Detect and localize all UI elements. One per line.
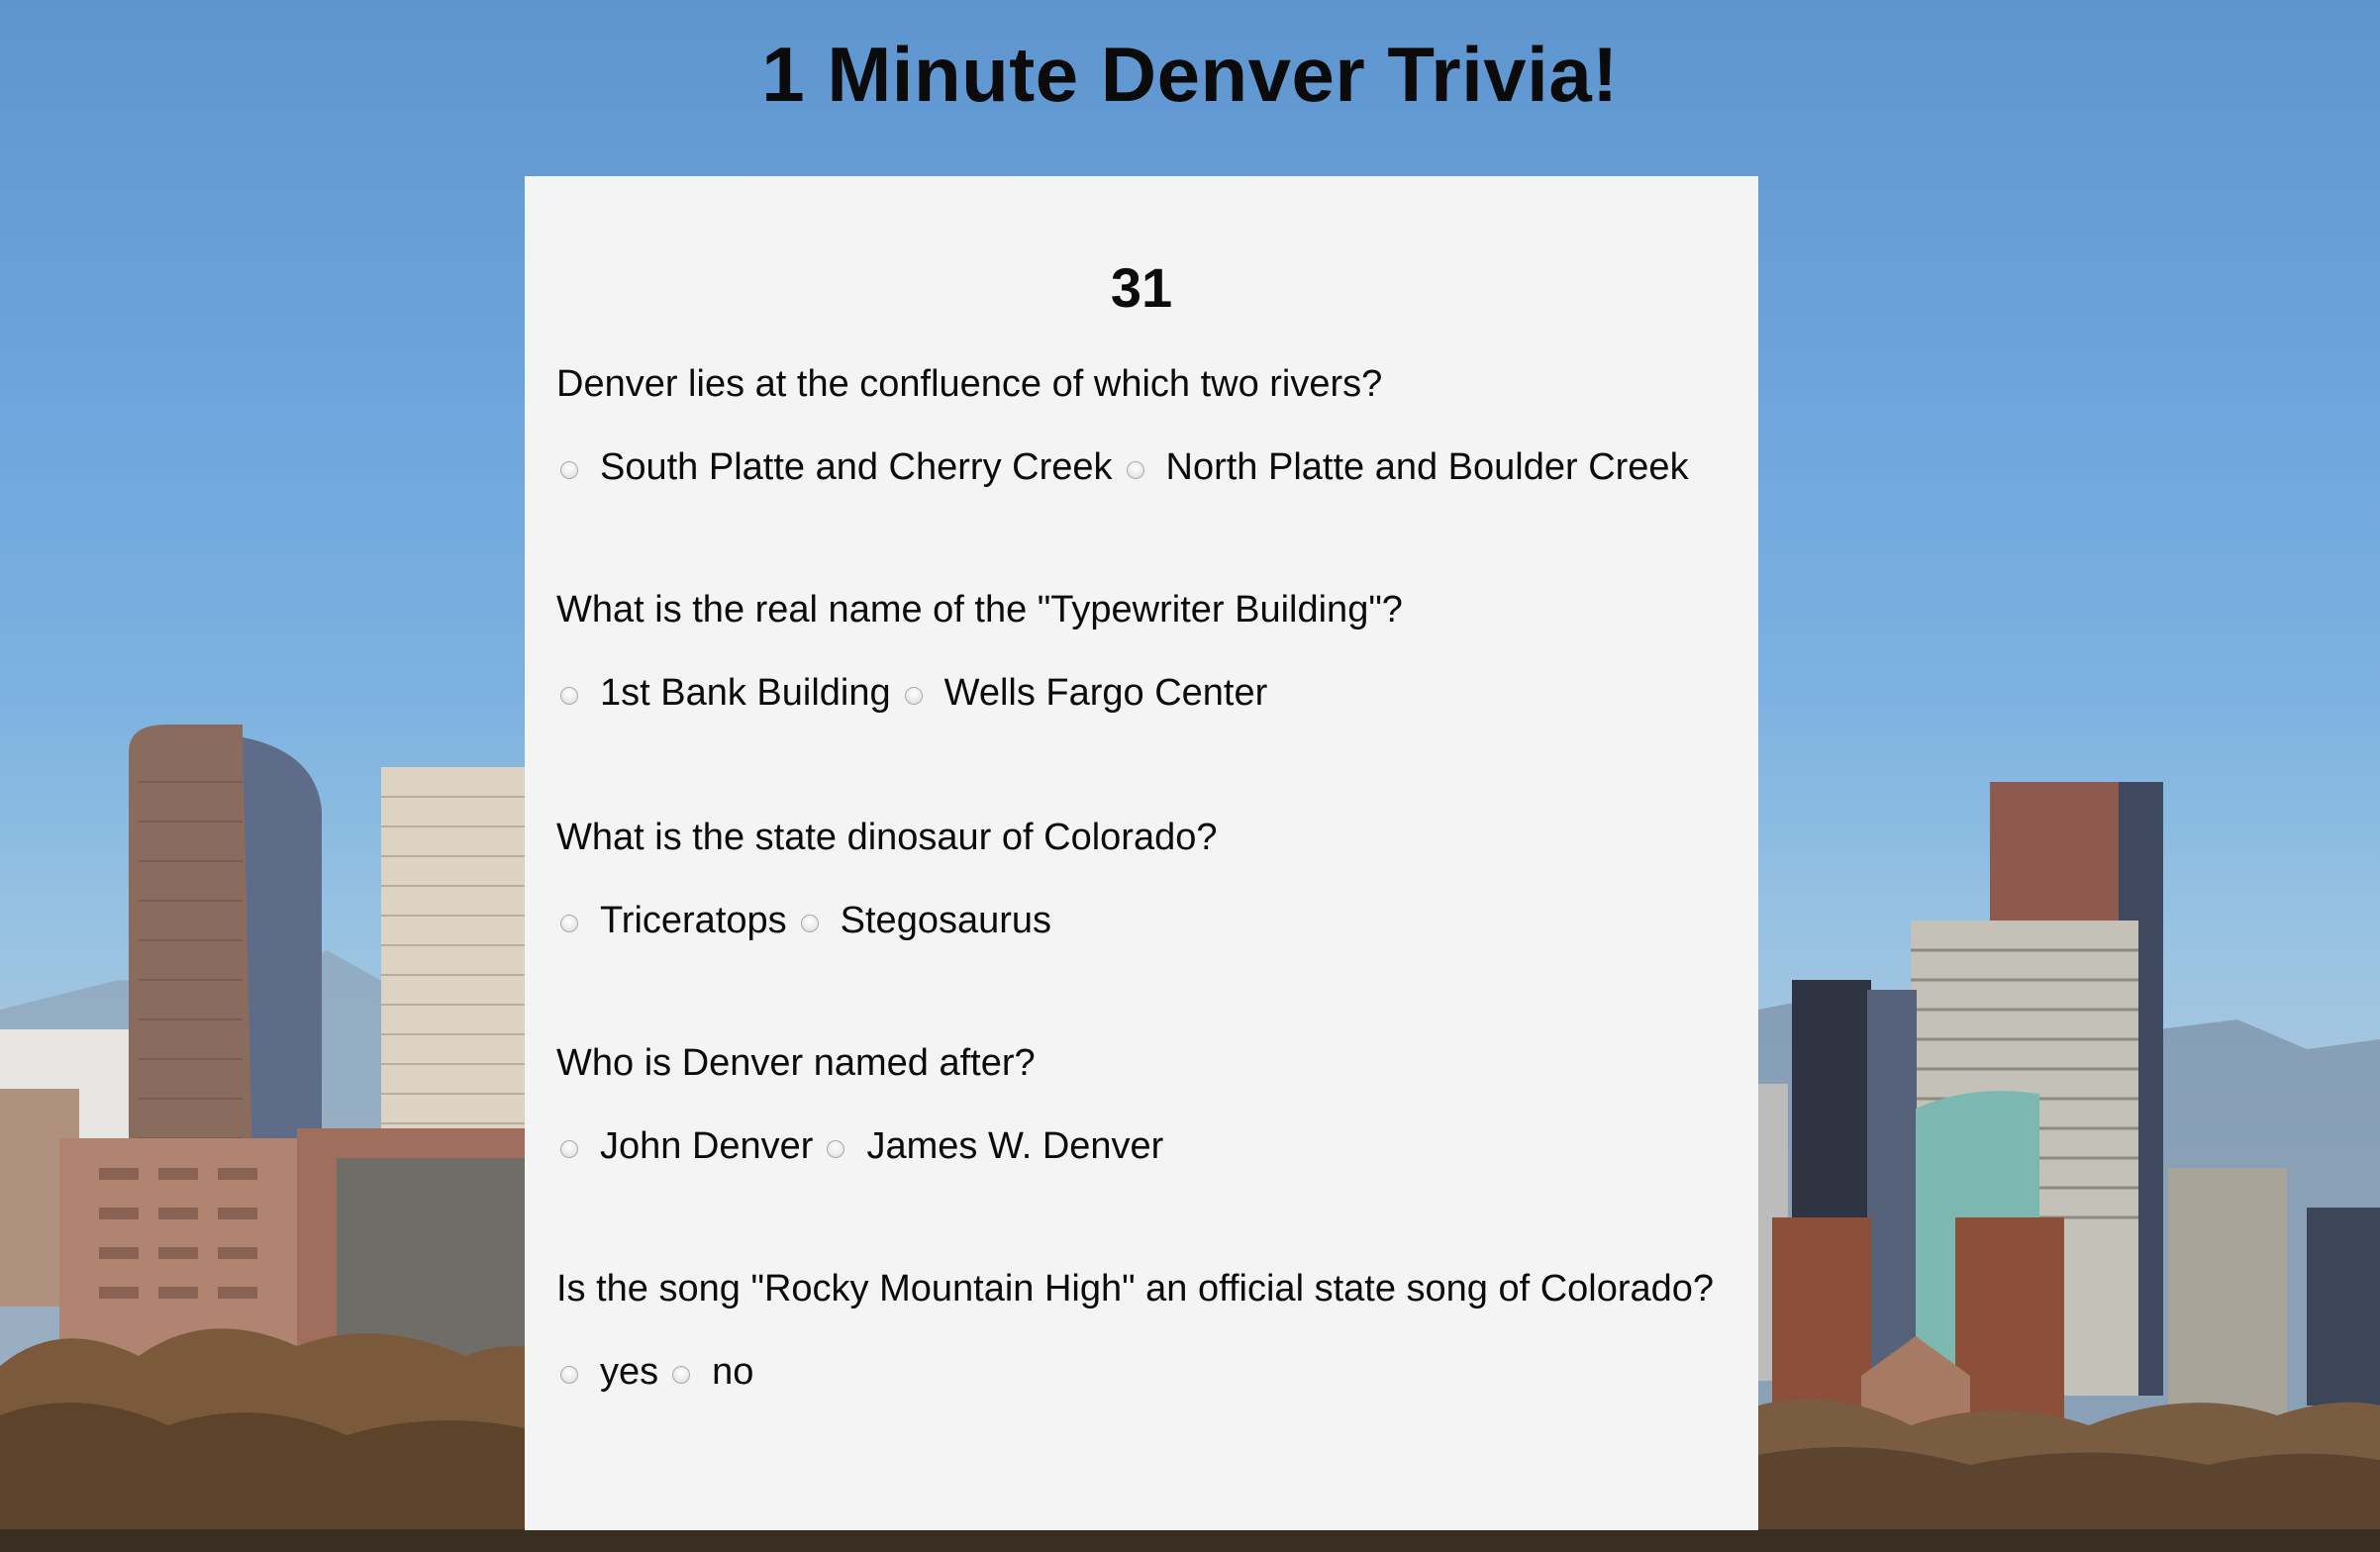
answer-label[interactable]: Triceratops [600, 900, 787, 942]
answer-label[interactable]: South Platte and Cherry Creek [600, 446, 1113, 489]
answer-option[interactable]: Wells Fargo Center [891, 672, 1268, 715]
radio-button-unchecked-icon[interactable] [1126, 461, 1144, 479]
radio-button-unchecked-icon[interactable] [827, 1140, 845, 1158]
question-text: Denver lies at the confluence of which t… [556, 363, 1383, 405]
radio-button-unchecked-icon[interactable] [560, 915, 578, 932]
question-block-4: Who is Denver named after? John Denver J… [556, 1039, 1735, 1171]
question-text: Is the song "Rocky Mountain High" an off… [556, 1268, 1715, 1310]
answer-label[interactable]: North Platte and Boulder Creek [1166, 446, 1689, 489]
answer-option[interactable]: 1st Bank Building [556, 672, 891, 715]
answer-label[interactable]: Wells Fargo Center [944, 672, 1268, 715]
radio-button-unchecked-icon[interactable] [560, 461, 578, 479]
answer-group: John Denver James W. Denver [556, 1121, 1735, 1171]
countdown-timer: 31 [1110, 256, 1173, 319]
radio-button-unchecked-icon[interactable] [672, 1366, 691, 1384]
radio-button-unchecked-icon[interactable] [904, 687, 923, 705]
answer-group: yes no [556, 1347, 1735, 1397]
radio-button-unchecked-icon[interactable] [560, 1366, 578, 1384]
answer-label[interactable]: 1st Bank Building [600, 672, 891, 715]
radio-button-unchecked-icon[interactable] [560, 1140, 578, 1158]
answer-option[interactable]: no [658, 1351, 753, 1394]
answer-option[interactable]: Triceratops [556, 900, 787, 942]
answer-label[interactable]: no [712, 1351, 753, 1394]
answer-option[interactable]: Stegosaurus [787, 900, 1051, 942]
quiz-panel: 31 Denver lies at the confluence of whic… [525, 176, 1758, 1530]
answer-option[interactable]: John Denver [556, 1125, 813, 1168]
answer-option[interactable]: South Platte and Cherry Creek [556, 446, 1113, 489]
answer-label[interactable]: James W. Denver [866, 1125, 1163, 1168]
page-title: 1 Minute Denver Trivia! [761, 31, 1619, 118]
radio-button-unchecked-icon[interactable] [800, 915, 819, 932]
question-text: What is the real name of the "Typewriter… [556, 589, 1403, 630]
answer-option[interactable]: yes [556, 1351, 658, 1394]
answer-option[interactable]: James W. Denver [813, 1125, 1163, 1168]
answer-label[interactable]: John Denver [600, 1125, 813, 1168]
question-block-5: Is the song "Rocky Mountain High" an off… [556, 1265, 1735, 1397]
question-block-1: Denver lies at the confluence of which t… [556, 360, 1735, 492]
question-block-2: What is the real name of the "Typewriter… [556, 586, 1735, 718]
radio-button-unchecked-icon[interactable] [560, 687, 578, 705]
answer-group: South Platte and Cherry Creek North Plat… [556, 442, 1735, 492]
answer-label[interactable]: yes [600, 1351, 658, 1394]
answer-option[interactable]: North Platte and Boulder Creek [1113, 446, 1689, 489]
answer-label[interactable]: Stegosaurus [841, 900, 1051, 942]
answer-group: 1st Bank Building Wells Fargo Center [556, 668, 1735, 718]
question-text: Who is Denver named after? [556, 1042, 1036, 1084]
question-block-3: What is the state dinosaur of Colorado? … [556, 814, 1735, 945]
question-text: What is the state dinosaur of Colorado? [556, 817, 1218, 858]
answer-group: Triceratops Stegosaurus [556, 896, 1735, 945]
